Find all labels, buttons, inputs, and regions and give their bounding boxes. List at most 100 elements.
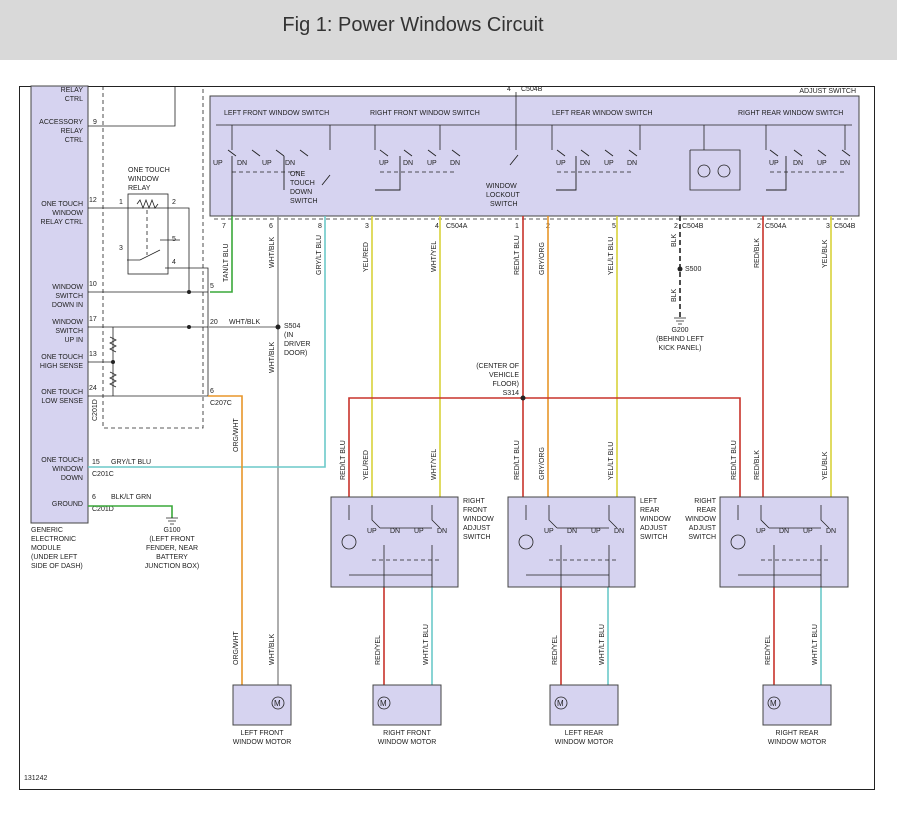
label-up: UP (213, 160, 223, 167)
door-switch-box (330, 496, 459, 588)
gem-pin-label: UP IN (64, 337, 83, 344)
door-switch-name: SWITCH (463, 534, 491, 541)
adjust-bottom-pins: 7 6 8 3 4 1 2 5 2 2 3 C504A C504B C504A … (214, 218, 856, 230)
adjust-pin: 2 (757, 223, 761, 230)
splice-dot-s500 (677, 266, 683, 272)
label-up: UP (414, 528, 424, 535)
relay-pin: 3 (119, 245, 123, 252)
splice-label: (CENTER OF (476, 363, 519, 370)
gem-name-line: GENERIC (31, 527, 63, 534)
label-up: UP (591, 528, 601, 535)
adjust-top-pin: 4 (507, 86, 511, 93)
label-dn: DN (840, 160, 850, 167)
wire-label: WHT/LT BLU (812, 624, 819, 665)
gem-pin-label: HIGH SENSE (40, 363, 84, 370)
motor-name: LEFT FRONT (240, 730, 284, 737)
splice-label: S314 (503, 390, 519, 397)
door-switch-name: SWITCH (688, 534, 716, 541)
wires (88, 216, 832, 685)
door-switch-box (719, 496, 849, 588)
connector-label-c201d: C201D (92, 399, 99, 421)
relay-label-line: ONE TOUCH (128, 167, 170, 174)
gem-pin-number: 15 (92, 459, 100, 466)
adjust-pin: 3 (826, 223, 830, 230)
gem-pin-label: GROUND (52, 501, 83, 508)
gem-pin-label: LOW SENSE (41, 398, 83, 405)
gem-name-line: ELECTRONIC (31, 536, 76, 543)
connector-label-c207c: C207C (210, 400, 232, 407)
door-switch-left-rear: UP DN UP DN LEFT REAR WINDOW ADJUST SWIT… (507, 496, 671, 588)
gem-pin-number: 10 (89, 281, 97, 288)
gem-pin-number: 9 (93, 119, 97, 126)
wire-labels: TAN/LT BLU WHT/BLK GRY/LT BLU YEL/RED WH… (111, 233, 829, 665)
gem-pin-number: 12 (89, 197, 97, 204)
wire-label: YEL/LT BLU (608, 442, 615, 480)
label-dn: DN (285, 160, 295, 167)
lockout-label: SWITCH (490, 201, 518, 208)
ground-label: (BEHIND LEFT (656, 336, 705, 343)
splice-label: S504 (284, 323, 300, 330)
gem-pin-label: RELAY (61, 128, 84, 135)
section-left-front: LEFT FRONT WINDOW SWITCH (224, 110, 329, 117)
label-up: UP (556, 160, 566, 167)
gem-pin-6: 6 (210, 388, 214, 395)
door-switch-name: WINDOW (640, 516, 671, 523)
lockout-label: LOCKOUT (486, 192, 521, 199)
splice-label: DOOR) (284, 350, 307, 357)
splice-label: S500 (685, 266, 701, 273)
wire-label: RED/LT BLU (340, 440, 347, 480)
door-switch-name: ADJUST (689, 525, 717, 532)
motor-name: WINDOW MOTOR (378, 739, 437, 746)
connector-label-c504a: C504A (765, 223, 787, 230)
ground-label: (LEFT FRONT (149, 536, 195, 543)
adjust-pin: 2 (674, 223, 678, 230)
label-up: UP (262, 160, 272, 167)
adjust-pin: 8 (318, 223, 322, 230)
label-dn: DN (567, 528, 577, 535)
adjust-pin: 6 (269, 223, 273, 230)
splice-dot-s504 (275, 324, 281, 330)
gem-pin-label: ONE TOUCH (41, 354, 83, 361)
splice-label: FLOOR) (493, 381, 519, 388)
wire-label: RED/YEL (552, 635, 559, 665)
wire-label: WHT/LT BLU (423, 624, 430, 665)
relay-pin: 1 (119, 199, 123, 206)
door-switch-name: REAR (640, 507, 659, 514)
gem-pin-number: 6 (92, 494, 96, 501)
motor-name: LEFT REAR (565, 730, 603, 737)
label-dn: DN (450, 160, 460, 167)
wire-label: BLK (671, 288, 678, 302)
motor-icon: M (380, 699, 387, 708)
gem-pin-number: 24 (89, 385, 97, 392)
gem-pin-numbers: 9 12 10 17 13 24 15 6 (89, 119, 100, 501)
wire-label: WHT/BLK (269, 342, 276, 373)
gem-internal-boundary (102, 86, 204, 429)
gem-pin-number: 17 (89, 316, 97, 323)
gem-pin-label: ONE TOUCH (41, 457, 83, 464)
one-touch-label: TOUCH (290, 180, 315, 187)
wire-label: ORG/WHT (233, 417, 240, 452)
label-dn: DN (627, 160, 637, 167)
label-dn: DN (826, 528, 836, 535)
relay-out-line (180, 267, 209, 396)
wire-label: GRY/LT BLU (111, 459, 151, 466)
door-switch-right-front: UP DN UP DN RIGHT FRONT WINDOW ADJUST SW… (330, 496, 494, 588)
motor-name: WINDOW MOTOR (555, 739, 614, 746)
one-touch-label: DOWN (290, 189, 312, 196)
ground-label: G200 (671, 327, 688, 334)
wire-label: YEL/RED (363, 242, 370, 272)
adjust-pin: 5 (612, 223, 616, 230)
wire-label: BLK (671, 233, 678, 247)
ground-symbol-g200 (674, 317, 686, 325)
wire-label: BLK/LT GRN (111, 494, 151, 501)
wire-label: WHT/YEL (431, 241, 438, 272)
wire-label: RED/LT BLU (514, 440, 521, 480)
gem-pin-5: 5 (210, 283, 214, 290)
one-touch-relay: ONE TOUCH WINDOW RELAY 1 2 3 4 5 (119, 167, 209, 396)
label-dn: DN (779, 528, 789, 535)
relay-coil-leads (127, 207, 190, 292)
door-switch-name: LEFT (640, 498, 658, 505)
connector-label-c504a: C504A (446, 223, 468, 230)
wire-label: WHT/YEL (431, 449, 438, 480)
motor-icon: M (770, 699, 777, 708)
